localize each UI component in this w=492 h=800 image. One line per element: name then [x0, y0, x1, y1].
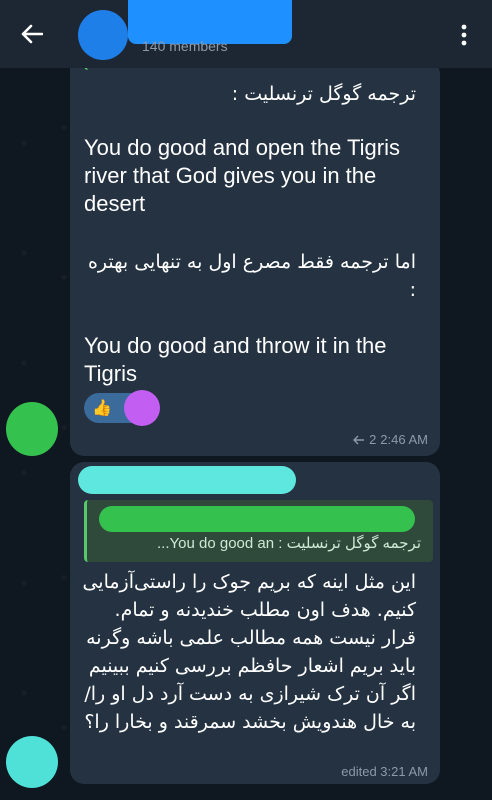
message-meta: 2 2:46 AM — [353, 432, 428, 447]
reply-author-redacted — [99, 506, 415, 532]
reply-icon — [353, 435, 365, 444]
message-text: You do good and open the Tigris river th… — [84, 135, 401, 216]
reply-count: 2 — [369, 432, 377, 447]
back-button[interactable] — [14, 16, 50, 52]
sender-name-redacted[interactable] — [78, 466, 296, 494]
sender-avatar[interactable] — [6, 402, 58, 456]
group-avatar[interactable] — [78, 10, 128, 60]
more-vertical-icon — [461, 24, 467, 46]
member-count: 140 members — [142, 38, 228, 54]
sender-avatar[interactable] — [6, 736, 58, 788]
menu-button[interactable] — [450, 20, 478, 50]
message-text: ترجمه گوگل ترنسلیت : — [231, 83, 416, 105]
reply-preview[interactable]: ترجمه گوگل ترنسلیت : You do good an... — [84, 500, 433, 562]
chat-header: 140 members — [0, 0, 492, 68]
reaction-chip[interactable]: 👍 — [84, 390, 160, 426]
reply-preview-text: ترجمه گوگل ترنسلیت : You do good an... — [157, 535, 421, 552]
message-time: edited 3:21 AM — [341, 764, 428, 779]
message-time: 2:46 AM — [380, 432, 428, 447]
message-text: اما ترجمه فقط مصرع اول به تنهایی بهتره : — [87, 251, 416, 301]
message-bubble[interactable]: ترجمه گوگل ترنسلیت : You do good an... ا… — [70, 462, 440, 784]
message-bubble[interactable]: ترجمه گوگل ترنسلیت : You do good and ope… — [70, 60, 440, 456]
arrow-left-icon — [21, 24, 43, 44]
thumbs-up-icon: 👍 — [92, 400, 112, 417]
reactor-avatar — [124, 390, 160, 426]
message-text: این مثل اینه که بریم جوک را راستی‌آزمایی… — [82, 571, 416, 733]
message-text: You do good and throw it in the Tigris — [84, 333, 387, 386]
